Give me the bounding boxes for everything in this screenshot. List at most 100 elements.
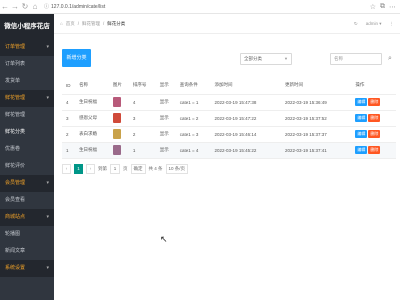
column-header: 显示 — [155, 77, 176, 95]
cell-updated: 2022-03-19 15:37:37 — [280, 126, 352, 143]
cell-updated: 2022-03-19 15:36:49 — [280, 94, 352, 111]
sidebar-item[interactable]: 会员查看 — [0, 192, 54, 209]
info-icon: ⓘ — [44, 4, 50, 10]
cell-sort: 4 — [128, 94, 156, 111]
refresh-icon[interactable]: ↻ — [20, 0, 30, 14]
sidebar-item-label: 系统设置 — [5, 265, 26, 271]
column-header: 操作 — [351, 77, 396, 95]
image-cell — [108, 126, 129, 143]
column-header: 排序号 — [128, 77, 156, 95]
crumb-parent[interactable]: 鲜花管理 — [82, 21, 100, 27]
cell-cond: cate1 = 3 — [175, 126, 211, 143]
more-icon[interactable]: ⋮ — [390, 21, 395, 27]
image-cell — [108, 94, 129, 111]
sidebar-group[interactable]: 订单管理 ▾ — [0, 39, 54, 56]
breadcrumb: ⌂ 首页 / 鲜花管理 / 鲜花分类 — [60, 21, 125, 27]
cell-cond: cate1 = 2 — [175, 110, 211, 127]
column-header: 添加时间 — [210, 77, 281, 95]
sidebar-item-label: 订单列表 — [5, 61, 26, 67]
sidebar-item[interactable]: 新闻文章 — [0, 243, 54, 260]
page-1-button[interactable]: 1 — [74, 164, 83, 174]
sidebar-item-label: 轮播图 — [5, 231, 21, 237]
back-arrow-icon[interactable]: ← — [0, 0, 10, 14]
category-filter-value: 全部分类 — [244, 56, 262, 61]
table-row: 2 表白求婚 2 显示 cate1 = 3 2022-03-19 15:46:14 2022… — [62, 126, 396, 143]
edit-button[interactable]: 编辑 — [355, 146, 368, 154]
cell-id: 2 — [62, 126, 76, 143]
chevron-down-icon: ▾ — [46, 265, 49, 271]
cell-name: 感恩父母 — [75, 110, 109, 127]
cell-sort: 1 — [128, 142, 156, 159]
home-crumb-icon: ⌂ — [60, 21, 63, 26]
sidebar-item[interactable]: 发货单 — [0, 73, 54, 90]
table-row: 3 感恩父母 3 显示 cate1 = 2 2022-03-19 15:47:22 2022… — [62, 110, 396, 127]
sidebar-item[interactable]: 鲜花分类 — [0, 124, 54, 141]
image-cell — [108, 110, 129, 127]
sidebar-item-label: 鲜花管理 — [5, 95, 26, 101]
sidebar-group[interactable]: 商城站点 ▾ — [0, 209, 54, 226]
app-logo: 微信小程序花店 — [0, 14, 54, 39]
cell-name: 生日祝福 — [75, 94, 109, 111]
star-icon[interactable]: ☆ — [370, 3, 376, 11]
table-body: 4 生日祝福 4 显示 cate1 = 1 2022-03-19 15:47:38 2022… — [62, 94, 396, 159]
forward-arrow-icon[interactable]: → — [10, 0, 20, 14]
delete-button[interactable]: 删除 — [368, 130, 381, 138]
cell-created: 2022-03-19 15:46:14 — [210, 126, 281, 143]
main-content: 新增分类 全部分类 ▼ 名称 ⌕ ID 名称 图片 排序号 显示 查询条件 添加时间 更新时间… — [54, 34, 400, 300]
sidebar-group[interactable]: 系统设置 ▾ — [0, 260, 54, 277]
sidebar-item[interactable]: 鲜花评价 — [0, 158, 54, 175]
delete-button[interactable]: 删除 — [368, 98, 381, 106]
add-category-button[interactable]: 新增分类 — [62, 49, 91, 67]
chevron-down-icon: ▾ — [46, 44, 49, 50]
column-header: 查询条件 — [175, 77, 211, 95]
name-search-input[interactable]: 名称 — [330, 53, 382, 65]
category-thumbnail — [112, 129, 121, 139]
sidebar-group[interactable]: 会员管理 ▾ — [0, 175, 54, 192]
sidebar-item-label: 发货单 — [5, 78, 21, 84]
edit-button[interactable]: 编辑 — [355, 114, 368, 122]
sidebar-item[interactable]: 优惠卷 — [0, 141, 54, 158]
search-icon[interactable]: ⌕ — [385, 54, 395, 64]
crumb-current: 鲜花分类 — [107, 20, 126, 26]
cell-updated: 2022-03-19 15:37:52 — [280, 110, 352, 127]
user-name: admin — [365, 21, 378, 26]
cell-id: 4 — [62, 94, 76, 111]
sidebar-item-label: 新闻文章 — [5, 248, 26, 254]
address-url: 127.0.0.1/admin/cate/list — [51, 4, 106, 10]
sidebar-group[interactable]: 鲜花管理 ▾ — [0, 90, 54, 107]
prev-page-button[interactable]: ‹ — [62, 164, 71, 174]
actions-cell: 编辑 删除 — [351, 142, 396, 159]
user-caret-icon: ▾ — [379, 21, 382, 26]
topbar: ⌂ 首页 / 鲜花管理 / 鲜花分类 ↻ admin ▾ ⋮ — [54, 14, 400, 34]
next-page-button[interactable]: › — [86, 164, 95, 174]
goto-confirm-button[interactable]: 确定 — [130, 164, 146, 174]
sidebar-item[interactable]: 鲜花管理 — [0, 107, 54, 124]
column-header: 名称 — [75, 77, 109, 95]
sidebar-item[interactable]: 订单列表 — [0, 56, 54, 73]
cell-created: 2022-03-19 15:47:38 — [210, 94, 281, 111]
category-filter-select[interactable]: 全部分类 ▼ — [240, 53, 292, 65]
user-menu[interactable]: admin ▾ — [366, 21, 382, 27]
goto-page-input[interactable]: 1 — [110, 164, 120, 174]
column-header: 更新时间 — [280, 77, 352, 95]
home-icon[interactable]: ⌂ — [30, 0, 40, 14]
actions-cell: 编辑 删除 — [351, 94, 396, 111]
delete-button[interactable]: 删除 — [368, 146, 381, 154]
page-size-select[interactable]: 10 条/页 — [165, 164, 189, 174]
browser-toolbar: ← → ↻ ⌂ ⓘ 127.0.0.1/admin/cate/list ☆ ⧉ ⋯ — [0, 0, 400, 14]
address-bar[interactable]: ⓘ 127.0.0.1/admin/cate/list — [44, 3, 105, 10]
edit-button[interactable]: 编辑 — [355, 98, 368, 106]
cell-cond: cate1 = 1 — [175, 94, 211, 111]
delete-button[interactable]: 删除 — [368, 114, 381, 122]
extensions-icon[interactable]: ⧉ — [380, 3, 385, 11]
sidebar-item-label: 商城站点 — [5, 214, 26, 220]
crumb-home[interactable]: 首页 — [66, 21, 75, 27]
edit-button[interactable]: 编辑 — [355, 130, 368, 138]
column-header: 图片 — [108, 77, 129, 95]
refresh-page-icon[interactable]: ↻ — [354, 21, 358, 27]
sidebar-item[interactable]: 轮播图 — [0, 226, 54, 243]
menu-dots-icon[interactable]: ⋯ — [389, 3, 396, 11]
table-row: 4 生日祝福 4 显示 cate1 = 1 2022-03-19 15:47:38 2022… — [62, 94, 396, 111]
sidebar-item-label: 订单管理 — [5, 44, 26, 50]
cell-sort: 2 — [128, 126, 156, 143]
